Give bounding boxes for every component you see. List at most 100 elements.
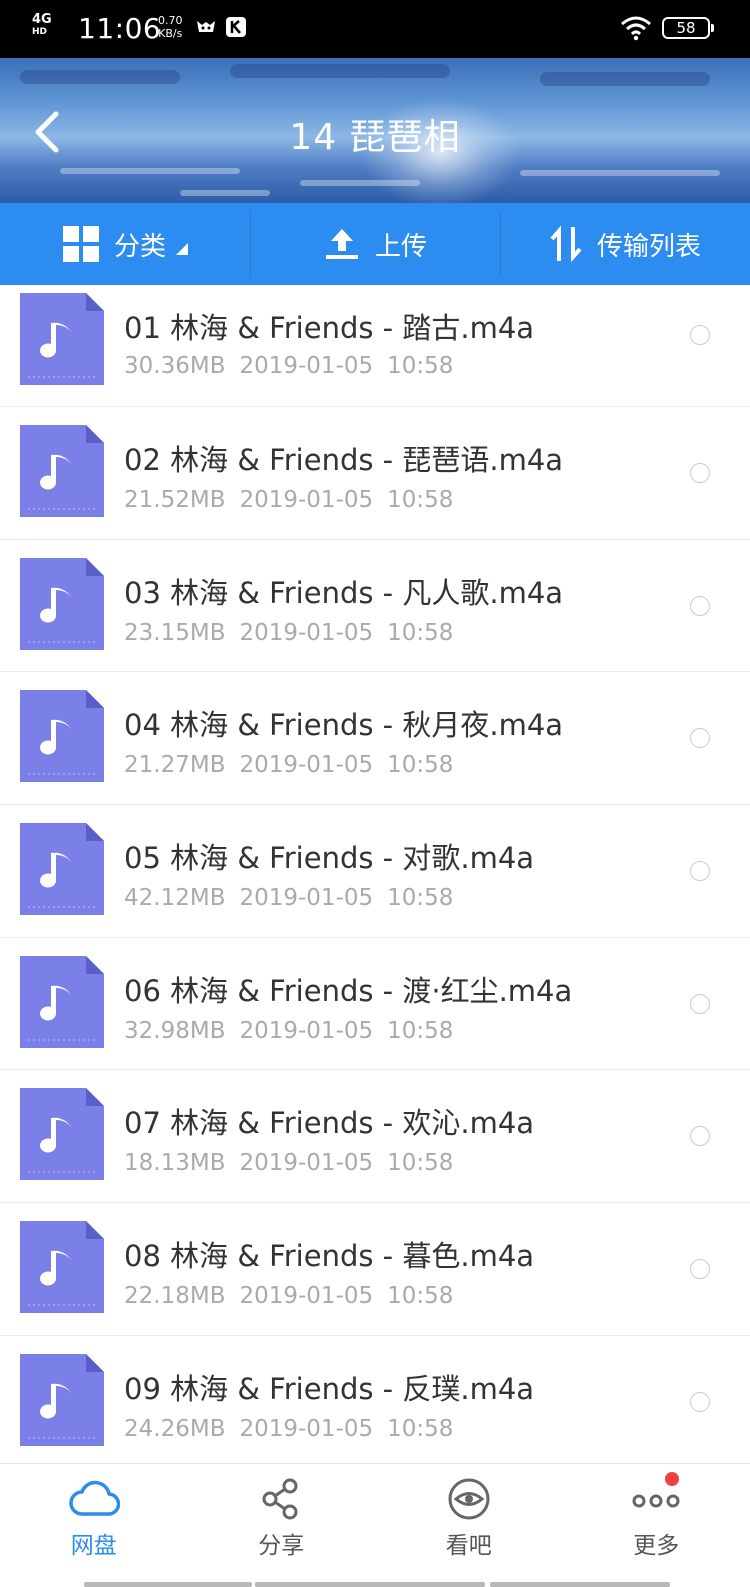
file-size: 18.13MB: [124, 1150, 226, 1177]
file-time: 10:58: [387, 487, 454, 513]
file-date: 2019-01-05: [239, 353, 374, 379]
file-row[interactable]: 04 林海 & Friends - 秋月夜.m4a 21.27MB 2019-01-…: [0, 672, 750, 806]
nav-label-more: 更多: [633, 1533, 680, 1559]
file-size: 24.26MB: [124, 1415, 226, 1442]
upload-label: 上传: [374, 231, 427, 262]
file-date: 2019-01-05: [239, 1150, 374, 1177]
transfer-arrows-icon: [549, 225, 583, 263]
audio-file-icon: [20, 1088, 104, 1181]
audio-file-icon: [20, 690, 104, 783]
file-date: 2019-01-05: [239, 487, 374, 513]
select-radio[interactable]: [690, 325, 710, 345]
select-radio[interactable]: [690, 463, 710, 483]
file-row[interactable]: 07 林海 & Friends - 欢沁.m4a 18.13MB 2019-01-0…: [0, 1070, 750, 1204]
select-radio[interactable]: [690, 993, 710, 1014]
header-banner: 14 琵琶相: [0, 58, 750, 203]
file-name: 02 林海 & Friends - 琵琶语.m4a: [124, 443, 564, 477]
audio-file-icon: [20, 955, 104, 1048]
file-meta: 18.13MB 2019-01-05 10:58: [124, 1150, 453, 1176]
file-meta: 22.18MB 2019-01-05 10:58: [124, 1283, 453, 1309]
select-radio[interactable]: [690, 1126, 710, 1147]
nav-item-share[interactable]: 分享: [188, 1464, 376, 1587]
audio-file-icon: [20, 425, 104, 517]
wifi-icon: [621, 16, 651, 41]
file-name: 03 林海 & Friends - 凡人歌.m4a: [124, 575, 564, 610]
file-name: 01 林海 & Friends - 踏古.m4a: [124, 311, 535, 345]
k-app-icon: [226, 17, 246, 37]
category-label: 分类: [113, 231, 166, 262]
nav-item-watch[interactable]: 看吧: [375, 1464, 563, 1587]
select-radio[interactable]: [690, 1391, 710, 1412]
file-name: 08 林海 & Friends - 暮色.m4a: [124, 1239, 535, 1274]
notification-badge: [664, 1472, 679, 1486]
file-date: 2019-01-05: [239, 1283, 374, 1310]
transfer-label: 传输列表: [596, 231, 701, 262]
network-sub: HD: [32, 27, 48, 37]
file-row[interactable]: 05 林海 & Friends - 对歌.m4a 42.12MB 2019-01-0…: [0, 805, 750, 938]
file-meta: 21.27MB 2019-01-05 10:58: [124, 752, 453, 778]
file-date: 2019-01-05: [239, 1017, 374, 1044]
file-name: 07 林海 & Friends - 欢沁.m4a: [124, 1106, 535, 1141]
file-meta: 24.26MB 2019-01-05 10:58: [124, 1416, 453, 1442]
file-list: 01 林海 & Friends - 踏古.m4a 30.36MB 2019-01-0…: [0, 285, 750, 1463]
file-size: 22.18MB: [124, 1283, 226, 1310]
select-radio[interactable]: [690, 728, 710, 749]
file-date: 2019-01-05: [239, 1415, 374, 1442]
file-size: 30.36MB: [124, 353, 226, 379]
nav-item-more[interactable]: 更多: [563, 1464, 750, 1587]
audio-file-icon: [20, 823, 104, 916]
eye-icon: [448, 1478, 490, 1520]
share-icon: [262, 1478, 298, 1520]
network-indicator: 4G HD: [32, 13, 52, 38]
file-name: 09 林海 & Friends - 反璞.m4a: [124, 1371, 535, 1406]
file-meta: 30.36MB 2019-01-05 10:58: [124, 353, 453, 379]
caret-down-icon: [176, 243, 188, 255]
file-row[interactable]: 02 林海 & Friends - 琵琶语.m4a 21.52MB 2019-01-…: [0, 407, 750, 540]
file-time: 10:58: [387, 752, 454, 779]
transfer-list-button[interactable]: 传输列表: [500, 203, 750, 285]
file-date: 2019-01-05: [239, 619, 374, 646]
file-time: 10:58: [387, 1283, 454, 1310]
file-row[interactable]: 08 林海 & Friends - 暮色.m4a 22.18MB 2019-01-0…: [0, 1203, 750, 1336]
file-date: 2019-01-05: [239, 885, 374, 912]
audio-file-icon: [20, 1221, 104, 1314]
file-meta: 42.12MB 2019-01-05 10:58: [124, 885, 453, 911]
category-button[interactable]: 分类: [0, 203, 250, 285]
battery-indicator: 58: [662, 17, 714, 39]
file-time: 10:58: [387, 885, 454, 912]
file-size: 42.12MB: [124, 885, 226, 912]
nav-item-cloud[interactable]: 网盘: [0, 1464, 188, 1587]
cloud-icon: [69, 1480, 120, 1516]
status-bar: 4G HD 11:06 0.70 KB/s 58: [0, 0, 750, 58]
page-title: 14 琵琶相: [289, 117, 461, 158]
notification-app-icon: [197, 21, 215, 32]
speed-value: 0.70: [158, 14, 183, 27]
file-size: 21.27MB: [124, 752, 226, 779]
upload-button[interactable]: 上传: [250, 203, 500, 285]
file-size: 23.15MB: [124, 619, 226, 646]
select-radio[interactable]: [690, 595, 710, 616]
bottom-nav: 网盘 分享 看吧 更多: [0, 1463, 750, 1587]
file-row[interactable]: 01 林海 & Friends - 踏古.m4a 30.36MB 2019-01-0…: [0, 285, 750, 407]
file-meta: 23.15MB 2019-01-05 10:58: [124, 620, 453, 646]
home-indicator-mid: [255, 1582, 485, 1587]
toolbar: 分类 上传 传输列表: [0, 203, 750, 285]
file-size: 21.52MB: [124, 487, 226, 513]
file-time: 10:58: [387, 1415, 454, 1442]
audio-file-icon: [20, 293, 104, 385]
file-date: 2019-01-05: [239, 752, 374, 779]
home-indicator: [84, 1582, 252, 1587]
select-radio[interactable]: [690, 861, 710, 882]
select-radio[interactable]: [690, 1259, 710, 1280]
file-name: 04 林海 & Friends - 秋月夜.m4a: [124, 708, 564, 743]
file-time: 10:58: [387, 619, 454, 646]
file-name: 06 林海 & Friends - 渡·红尘.m4a: [124, 973, 573, 1008]
file-row[interactable]: 09 林海 & Friends - 反璞.m4a 24.26MB 2019-01-0…: [0, 1336, 750, 1463]
home-indicator-right: [490, 1582, 670, 1587]
audio-file-icon: [20, 1353, 104, 1446]
file-time: 10:58: [387, 1017, 454, 1044]
grid-icon: [62, 225, 100, 263]
file-row[interactable]: 06 林海 & Friends - 渡·红尘.m4a 32.98MB 2019-01…: [0, 938, 750, 1071]
file-row[interactable]: 03 林海 & Friends - 凡人歌.m4a 23.15MB 2019-01-…: [0, 540, 750, 673]
nav-label-share: 分享: [258, 1533, 305, 1559]
